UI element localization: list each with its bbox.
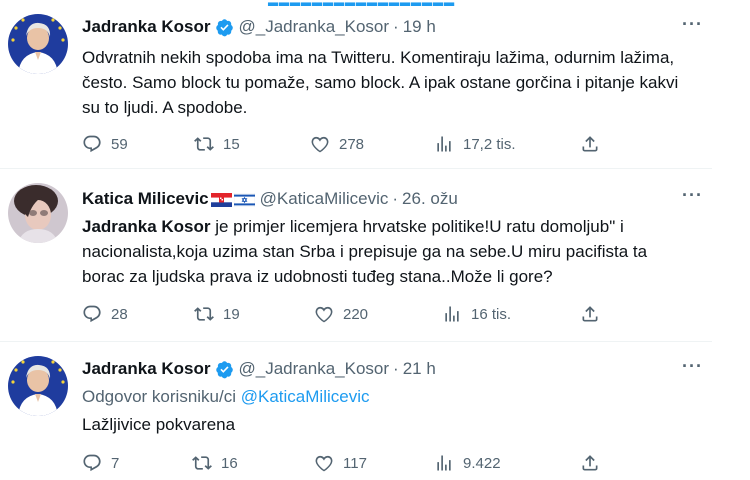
author-name[interactable]: Katica Milicevic	[82, 189, 209, 209]
views-button[interactable]: 16 tis.	[442, 304, 511, 324]
heart-icon	[314, 304, 343, 324]
reply-count: 59	[111, 135, 128, 153]
heart-icon	[310, 134, 339, 154]
tweet-time[interactable]: 26. ožu	[402, 189, 458, 209]
retweet-icon	[194, 304, 223, 324]
avatar-jadranka[interactable]	[8, 14, 68, 74]
views-button[interactable]: 9.422	[434, 453, 501, 473]
share-button[interactable]	[580, 304, 609, 324]
tweet-header: Jadranka Kosor @_Jadranka_Kosor · 19 h	[82, 17, 436, 37]
replying-to-handle[interactable]: @KaticaMilicevic	[241, 387, 370, 406]
author-handle[interactable]: @KaticaMilicevic	[260, 189, 389, 209]
more-dots-icon[interactable]: ···	[682, 356, 703, 377]
retweet-button[interactable]: 15	[194, 134, 240, 154]
mention-name[interactable]: Jadranka Kosor	[82, 217, 211, 236]
reply-button[interactable]: 28	[82, 304, 128, 324]
more-dots-icon[interactable]: ···	[682, 14, 703, 35]
author-name[interactable]: Jadranka Kosor	[82, 359, 211, 379]
retweet-button[interactable]: 19	[194, 304, 240, 324]
retweet-count: 19	[223, 305, 240, 323]
views-chart-icon	[434, 134, 463, 154]
share-icon	[580, 304, 609, 324]
like-count: 220	[343, 305, 369, 323]
tweet-actions: 7 16 117 9.422	[82, 453, 602, 475]
retweet-icon	[192, 453, 221, 473]
tweet-2[interactable]: Katica Milicevic @KaticaMilicevic · 26. …	[0, 169, 712, 341]
reply-icon	[82, 453, 111, 473]
like-button[interactable]: 220	[314, 304, 368, 324]
reply-count: 7	[111, 454, 120, 472]
views-button[interactable]: 17,2 tis.	[434, 134, 516, 154]
author-handle[interactable]: @_Jadranka_Kosor	[239, 17, 390, 37]
verified-badge-icon	[215, 360, 234, 379]
tweet-3[interactable]: Jadranka Kosor @_Jadranka_Kosor · 21 h ·…	[0, 342, 712, 480]
tweet-actions: 28 19 220 16 tis.	[82, 304, 602, 326]
replying-to: Odgovor korisniku/ci @KaticaMilicevic	[82, 387, 369, 407]
reply-button[interactable]: 7	[82, 453, 119, 473]
reply-icon	[82, 134, 111, 154]
tweet-text: Jadranka Kosor je primjer licemjera hrva…	[82, 214, 692, 289]
share-button[interactable]	[580, 453, 609, 473]
tweet-header: Jadranka Kosor @_Jadranka_Kosor · 21 h	[82, 359, 436, 379]
retweet-icon	[194, 134, 223, 154]
author-name[interactable]: Jadranka Kosor	[82, 17, 211, 37]
tweet-header: Katica Milicevic @KaticaMilicevic · 26. …	[82, 189, 458, 209]
views-count: 17,2 tis.	[463, 135, 516, 153]
views-chart-icon	[434, 453, 463, 473]
views-chart-icon	[442, 304, 471, 324]
author-handle[interactable]: @_Jadranka_Kosor	[239, 359, 390, 379]
like-count: 278	[339, 135, 365, 153]
like-button[interactable]: 117	[314, 453, 367, 473]
share-icon	[580, 134, 609, 154]
retweet-count: 15	[223, 135, 240, 153]
separator-dot: ·	[392, 189, 399, 208]
like-button[interactable]: 278	[310, 134, 364, 154]
reply-count: 28	[111, 305, 128, 323]
avatar-jadranka[interactable]	[8, 356, 68, 416]
reply-icon	[82, 304, 111, 324]
tweet-time[interactable]: 19 h	[403, 17, 436, 37]
heart-icon	[314, 453, 343, 473]
like-count: 117	[343, 454, 367, 472]
views-count: 9.422	[463, 454, 501, 472]
israel-flag-icon	[233, 192, 255, 208]
tweet-1[interactable]: Jadranka Kosor @_Jadranka_Kosor · 19 h ·…	[0, 0, 712, 168]
more-dots-icon[interactable]: ···	[682, 185, 703, 206]
separator-dot: ·	[393, 17, 399, 36]
separator-dot: ·	[393, 359, 399, 378]
share-icon	[580, 453, 609, 473]
views-count: 16 tis.	[471, 305, 512, 323]
croatia-flag-icon	[210, 192, 232, 207]
share-button[interactable]	[580, 134, 609, 154]
retweet-button[interactable]: 16	[192, 453, 238, 473]
tweet-text: Lažljivice pokvarena	[82, 415, 236, 434]
tweet-actions: 59 15 278 17,2 tis.	[82, 134, 602, 156]
avatar-katica[interactable]	[8, 183, 68, 243]
reply-button[interactable]: 59	[82, 134, 128, 154]
verified-badge-icon	[215, 18, 234, 37]
tweet-text: Odvratnih nekih spodoba ima na Twitteru.…	[82, 48, 679, 117]
retweet-count: 16	[221, 454, 238, 472]
tweet-time[interactable]: 21 h	[403, 359, 436, 379]
replying-to-label: Odgovor korisniku/ci	[82, 387, 237, 406]
